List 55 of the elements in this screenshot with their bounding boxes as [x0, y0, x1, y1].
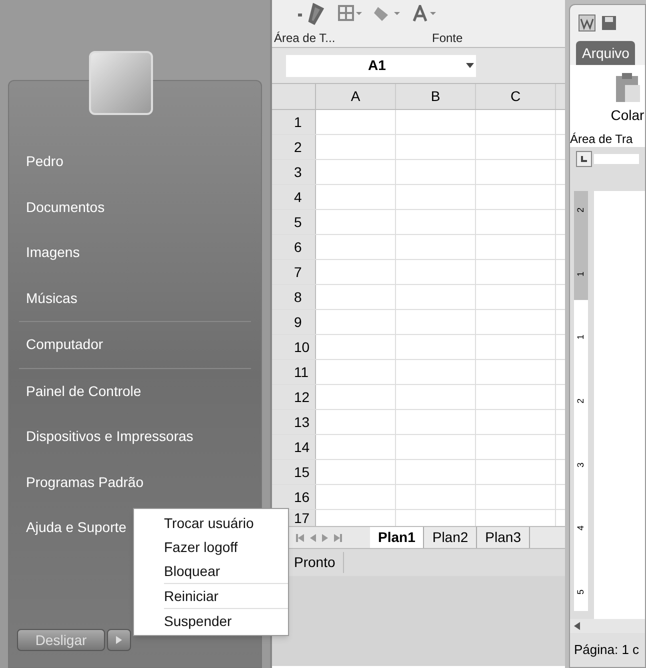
previous-sheet-icon: [310, 534, 316, 542]
ribbon-group-label: Área de Tra: [570, 132, 633, 146]
clipboard-icon: [614, 73, 640, 103]
status-text: Pronto: [294, 552, 344, 573]
row-header[interactable]: 16: [272, 485, 316, 509]
menu-item[interactable]: Suspender: [164, 609, 288, 633]
ribbon-group-label: Fonte: [431, 30, 463, 46]
row-header[interactable]: 7: [272, 260, 316, 284]
start-menu-item[interactable]: Imagens: [19, 230, 251, 276]
sheet-tab[interactable]: Plan1: [370, 527, 424, 548]
row-header[interactable]: 8: [272, 285, 316, 309]
menu-item[interactable]: Reiniciar: [164, 584, 288, 608]
row-header[interactable]: 3: [272, 160, 316, 184]
row-header[interactable]: 12: [272, 385, 316, 409]
row-header[interactable]: 14: [272, 435, 316, 459]
status-text: Página: 1 c: [574, 641, 640, 660]
font-color-icon: [412, 5, 436, 23]
start-menu-item[interactable]: Dispositivos e Impressoras: [19, 414, 251, 460]
column-header[interactable]: C: [476, 84, 556, 109]
save-icon[interactable]: [602, 16, 616, 30]
column-header[interactable]: B: [396, 84, 476, 109]
tab-selector[interactable]: [576, 151, 592, 167]
row-header[interactable]: 5: [272, 210, 316, 234]
row-header[interactable]: 4: [272, 185, 316, 209]
start-menu-item[interactable]: Computador: [19, 322, 251, 368]
scroll-left-icon[interactable]: [574, 622, 580, 630]
borders-icon: [338, 5, 362, 23]
vertical-ruler: 2 1 1 2 3 4 5: [574, 191, 588, 611]
row-header[interactable]: 1: [272, 110, 316, 134]
row-header[interactable]: 6: [272, 235, 316, 259]
row-header[interactable]: 13: [272, 410, 316, 434]
ribbon-group-label: Área de T...: [273, 30, 336, 46]
first-sheet-icon: [296, 534, 304, 542]
start-menu-item[interactable]: Pedro: [19, 139, 251, 184]
file-tab[interactable]: Arquivo: [576, 41, 636, 65]
shutdown-options-button[interactable]: [107, 629, 131, 651]
word-logo-icon: [578, 14, 596, 32]
dropdown-icon: [466, 63, 474, 68]
start-menu-item[interactable]: Painel de Controle: [19, 368, 251, 414]
start-menu-item[interactable]: Documentos: [19, 184, 251, 230]
row-header[interactable]: 9: [272, 310, 316, 334]
menu-item[interactable]: Fazer logoff: [164, 535, 288, 559]
row-header[interactable]: 15: [272, 460, 316, 484]
arrow-icon: [116, 636, 122, 644]
menu-item[interactable]: Bloquear: [164, 559, 288, 583]
start-menu-item[interactable]: Programas Padrão: [19, 460, 251, 505]
row-header[interactable]: 2: [272, 135, 316, 159]
row-header[interactable]: 11: [272, 360, 316, 384]
last-sheet-icon: [334, 534, 342, 542]
column-header[interactable]: A: [316, 84, 396, 109]
horizontal-ruler: [594, 154, 639, 164]
name-box[interactable]: A1: [286, 54, 476, 76]
next-sheet-icon: [322, 534, 328, 542]
start-menu-item[interactable]: Músicas: [19, 276, 251, 321]
row-header[interactable]: 10: [272, 335, 316, 359]
